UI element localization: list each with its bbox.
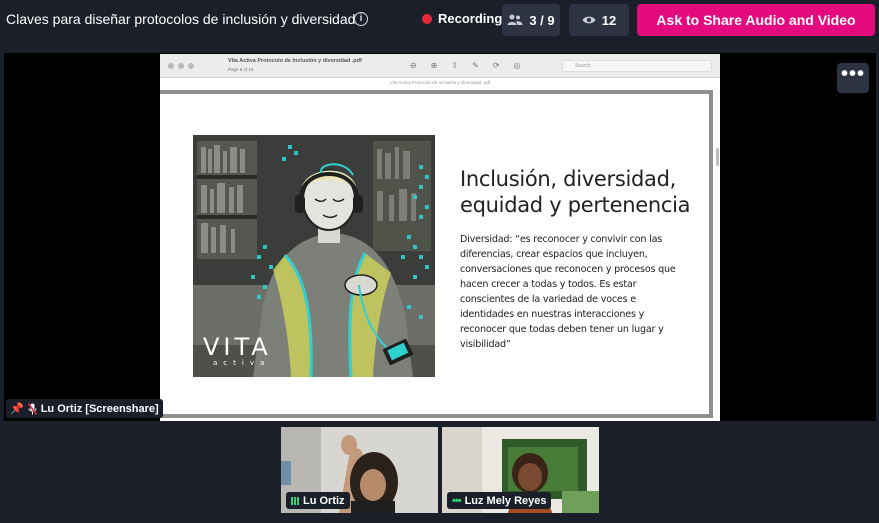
slide-body-text: Diversidad: “es reconocer y convivir con… [460,234,676,350]
participants-button[interactable]: 3 / 9 [502,4,560,36]
pin-icon[interactable]: 📌 [10,402,24,415]
info-icon[interactable]: i [354,12,368,26]
participant-name-1: Lu Ortiz [303,494,345,507]
participant-tile-2[interactable]: ••• Luz Mely Reyes [442,427,599,513]
share-icon: ⇧ [451,61,459,70]
top-bar: Claves para diseñar protocolos de inclus… [0,0,879,40]
recording-indicator: Recording [422,11,502,26]
viewers-count: 12 [601,12,617,28]
participant-tile-1[interactable]: Lu Ortiz [281,427,438,513]
viewers-button[interactable]: 12 [569,4,629,36]
audio-idle-icon: ••• [452,494,462,507]
slide-heading: Inclusión, diversidad, equidad y pertene… [460,167,691,217]
pdf-page-indicator: Page 6 of 16 [228,67,254,72]
zoom-in-icon: ⊕ [430,61,438,70]
markup-icon: ✎ [472,61,479,70]
people-icon [507,14,523,25]
participants-count: 3 / 9 [529,12,555,28]
pdf-search-field: Search [562,60,712,72]
eye-icon [582,16,596,24]
mic-muted-icon [27,402,37,415]
pdf-document-subtitle: Vita Activa Protocolo de Inclusión y div… [389,80,491,85]
slide-illustration: VITA activa [193,135,435,377]
vita-logo: VITA activa [203,335,272,367]
pdf-scrollbar [716,148,719,166]
pdf-toolbar: Vita Activa Protocolo de Inclusión y div… [160,54,720,78]
recording-label: Recording [438,11,503,26]
rotate-icon: ⟳ [492,61,500,70]
participant-label-1: Lu Ortiz [286,492,350,509]
close-window-icon [168,63,174,69]
presenter-name-tag: 📌 Lu Ortiz [Screenshare] [6,399,163,418]
zoom-out-icon: ⊖ [410,61,417,70]
audio-level-icon [291,496,299,505]
presenter-name: Lu Ortiz [Screenshare] [40,402,159,415]
maximize-window-icon [188,63,194,69]
pdf-file-title: Vita Activa Protocolo de Inclusión y div… [228,58,362,64]
meeting-title: Claves para diseñar protocolos de inclus… [6,11,356,27]
vita-logo-text: VITA [203,333,272,361]
participant-label-2: ••• Luz Mely Reyes [447,492,552,509]
recording-dot-icon [422,13,432,24]
minimize-window-icon [178,63,184,69]
more-options-button[interactable]: ••• [837,63,869,93]
vita-logo-subtext: activa [213,359,271,367]
ask-to-share-button[interactable]: Ask to Share Audio and Video [637,4,875,36]
window-controls [168,63,194,69]
annotate-icon: ◎ [513,61,521,70]
participant-name-2: Luz Mely Reyes [464,494,547,507]
screenshare-window: Vita Activa Protocolo de Inclusión y div… [160,54,720,421]
pdf-tool-icons: ⊖ ⊕ ⇧ ✎ ⟳ ◎ [410,61,521,70]
